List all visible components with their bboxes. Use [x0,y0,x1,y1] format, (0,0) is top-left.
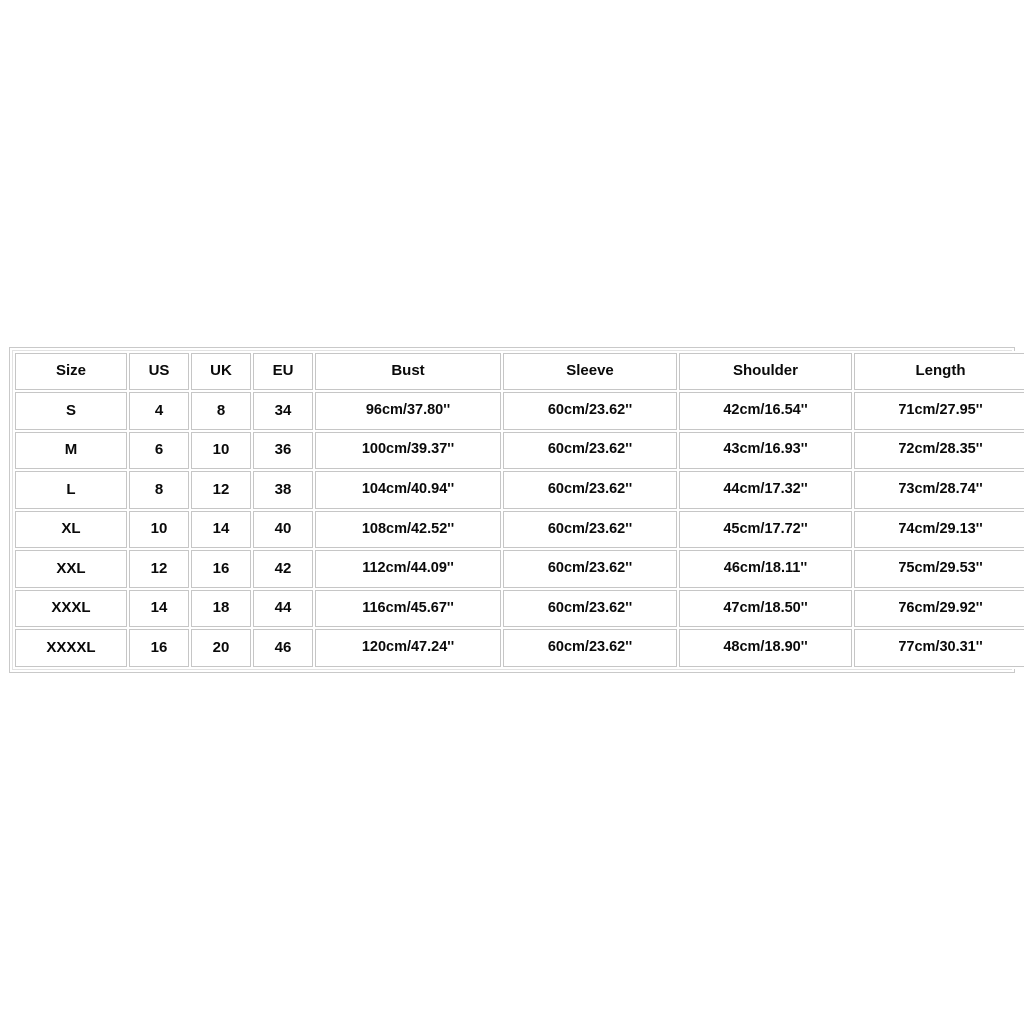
table-header-row: Size US UK EU Bust Sleeve Shoulder Lengt… [15,353,1024,390]
cell-shoulder: 47cm/18.50'' [679,589,852,628]
cell-sleeve: 60cm/23.62'' [503,589,677,628]
cell-eu: 34 [253,392,313,430]
cell-shoulder: 43cm/16.93'' [679,431,852,470]
size-chart-table: Size US UK EU Bust Sleeve Shoulder Lengt… [13,351,1024,669]
cell-length: 77cm/30.31'' [854,629,1024,667]
size-chart-frame-inner: Size US UK EU Bust Sleeve Shoulder Lengt… [12,350,1024,670]
cell-us: 14 [129,589,189,628]
cell-shoulder: 42cm/16.54'' [679,392,852,430]
cell-sleeve: 60cm/23.62'' [503,550,677,588]
size-chart-frame: Size US UK EU Bust Sleeve Shoulder Lengt… [9,347,1024,673]
cell-uk: 16 [191,550,251,588]
table-row: XXXL 14 18 44 116cm/45.67'' 60cm/23.62''… [15,589,1024,628]
cell-shoulder: 44cm/17.32'' [679,471,852,509]
column-header-sleeve: Sleeve [503,353,677,390]
column-header-eu: EU [253,353,313,390]
size-chart-body: S 4 8 34 96cm/37.80'' 60cm/23.62'' 42cm/… [15,392,1024,667]
cell-bust: 100cm/39.37'' [315,431,501,470]
cell-shoulder: 46cm/18.11'' [679,550,852,588]
cell-eu: 44 [253,589,313,628]
column-header-shoulder: Shoulder [679,353,852,390]
cell-bust: 96cm/37.80'' [315,392,501,430]
cell-eu: 36 [253,431,313,470]
cell-eu: 38 [253,471,313,509]
cell-us: 12 [129,550,189,588]
table-row: XXXXL 16 20 46 120cm/47.24'' 60cm/23.62'… [15,629,1024,667]
cell-sleeve: 60cm/23.62'' [503,471,677,509]
cell-length: 75cm/29.53'' [854,550,1024,588]
cell-uk: 14 [191,510,251,549]
table-row: XXL 12 16 42 112cm/44.09'' 60cm/23.62'' … [15,550,1024,588]
cell-us: 6 [129,431,189,470]
column-header-size: Size [15,353,127,390]
cell-bust: 108cm/42.52'' [315,510,501,549]
cell-length: 71cm/27.95'' [854,392,1024,430]
cell-shoulder: 48cm/18.90'' [679,629,852,667]
cell-length: 72cm/28.35'' [854,431,1024,470]
column-header-uk: UK [191,353,251,390]
cell-size: XXXL [15,589,127,628]
cell-bust: 112cm/44.09'' [315,550,501,588]
cell-us: 10 [129,510,189,549]
cell-us: 4 [129,392,189,430]
table-row: XL 10 14 40 108cm/42.52'' 60cm/23.62'' 4… [15,510,1024,549]
cell-length: 74cm/29.13'' [854,510,1024,549]
cell-eu: 40 [253,510,313,549]
cell-us: 8 [129,471,189,509]
cell-sleeve: 60cm/23.62'' [503,431,677,470]
cell-us: 16 [129,629,189,667]
cell-eu: 46 [253,629,313,667]
size-chart-head: Size US UK EU Bust Sleeve Shoulder Lengt… [15,353,1024,390]
cell-length: 73cm/28.74'' [854,471,1024,509]
cell-length: 76cm/29.92'' [854,589,1024,628]
cell-size: S [15,392,127,430]
cell-shoulder: 45cm/17.72'' [679,510,852,549]
cell-bust: 116cm/45.67'' [315,589,501,628]
cell-uk: 20 [191,629,251,667]
cell-size: XXL [15,550,127,588]
cell-uk: 12 [191,471,251,509]
cell-uk: 18 [191,589,251,628]
cell-eu: 42 [253,550,313,588]
cell-sleeve: 60cm/23.62'' [503,392,677,430]
table-row: L 8 12 38 104cm/40.94'' 60cm/23.62'' 44c… [15,471,1024,509]
cell-sleeve: 60cm/23.62'' [503,629,677,667]
column-header-us: US [129,353,189,390]
cell-uk: 10 [191,431,251,470]
table-row: M 6 10 36 100cm/39.37'' 60cm/23.62'' 43c… [15,431,1024,470]
cell-size: M [15,431,127,470]
column-header-bust: Bust [315,353,501,390]
cell-size: XXXXL [15,629,127,667]
table-row: S 4 8 34 96cm/37.80'' 60cm/23.62'' 42cm/… [15,392,1024,430]
cell-bust: 104cm/40.94'' [315,471,501,509]
page-root: { "chart_data": { "type": "table", "titl… [0,0,1024,1024]
cell-uk: 8 [191,392,251,430]
cell-sleeve: 60cm/23.62'' [503,510,677,549]
cell-bust: 120cm/47.24'' [315,629,501,667]
cell-size: XL [15,510,127,549]
cell-size: L [15,471,127,509]
column-header-length: Length [854,353,1024,390]
